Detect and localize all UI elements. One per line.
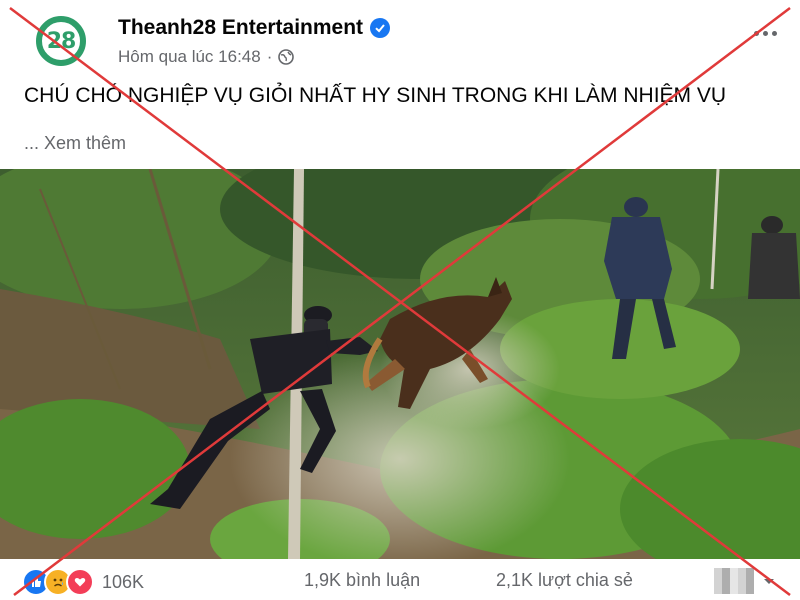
chevron-down-icon[interactable] (760, 572, 778, 590)
reaction-count: 106K (102, 571, 145, 592)
verified-badge-icon (370, 18, 391, 38)
reaction-summary[interactable]: 106K (22, 568, 144, 596)
post-meta: Hôm qua lúc 16:48 · (118, 47, 295, 67)
love-icon (66, 568, 94, 596)
page-name[interactable]: Theanh28 Entertainment (118, 16, 391, 40)
page-avatar[interactable]: 28 (22, 12, 100, 70)
pixelated-avatar[interactable] (714, 568, 754, 594)
avatar-logo-ring: 28 (36, 16, 86, 66)
meta-separator: · (266, 47, 273, 66)
comments-count-link[interactable]: 1,9K bình luận (304, 570, 420, 591)
post-timestamp[interactable]: Hôm qua lúc 16:48 (118, 47, 261, 67)
more-options-button[interactable] (748, 18, 782, 48)
more-dot-icon (753, 30, 759, 36)
globe-icon (278, 49, 295, 65)
post-photo[interactable] (0, 169, 800, 559)
reactions-bar: 106K 1,9K bình luận 2,1K lượt chia sẻ (0, 560, 800, 600)
post-caption: CHÚ CHÓ NGHIỆP VỤ GIỎI NHẤT HY SINH TRON… (24, 84, 727, 107)
see-more-link[interactable]: ... Xem thêm (24, 133, 126, 154)
avatar-logo-text: 28 (46, 28, 77, 54)
more-dot-icon (762, 30, 768, 36)
page-name-text[interactable]: Theanh28 Entertainment (118, 16, 363, 40)
shares-count-link[interactable]: 2,1K lượt chia sẻ (496, 570, 633, 591)
post-header: 28 Theanh28 Entertainment Hôm qua lúc 16… (0, 0, 800, 78)
forest-scene-image (0, 169, 800, 559)
more-dot-icon (771, 30, 777, 36)
